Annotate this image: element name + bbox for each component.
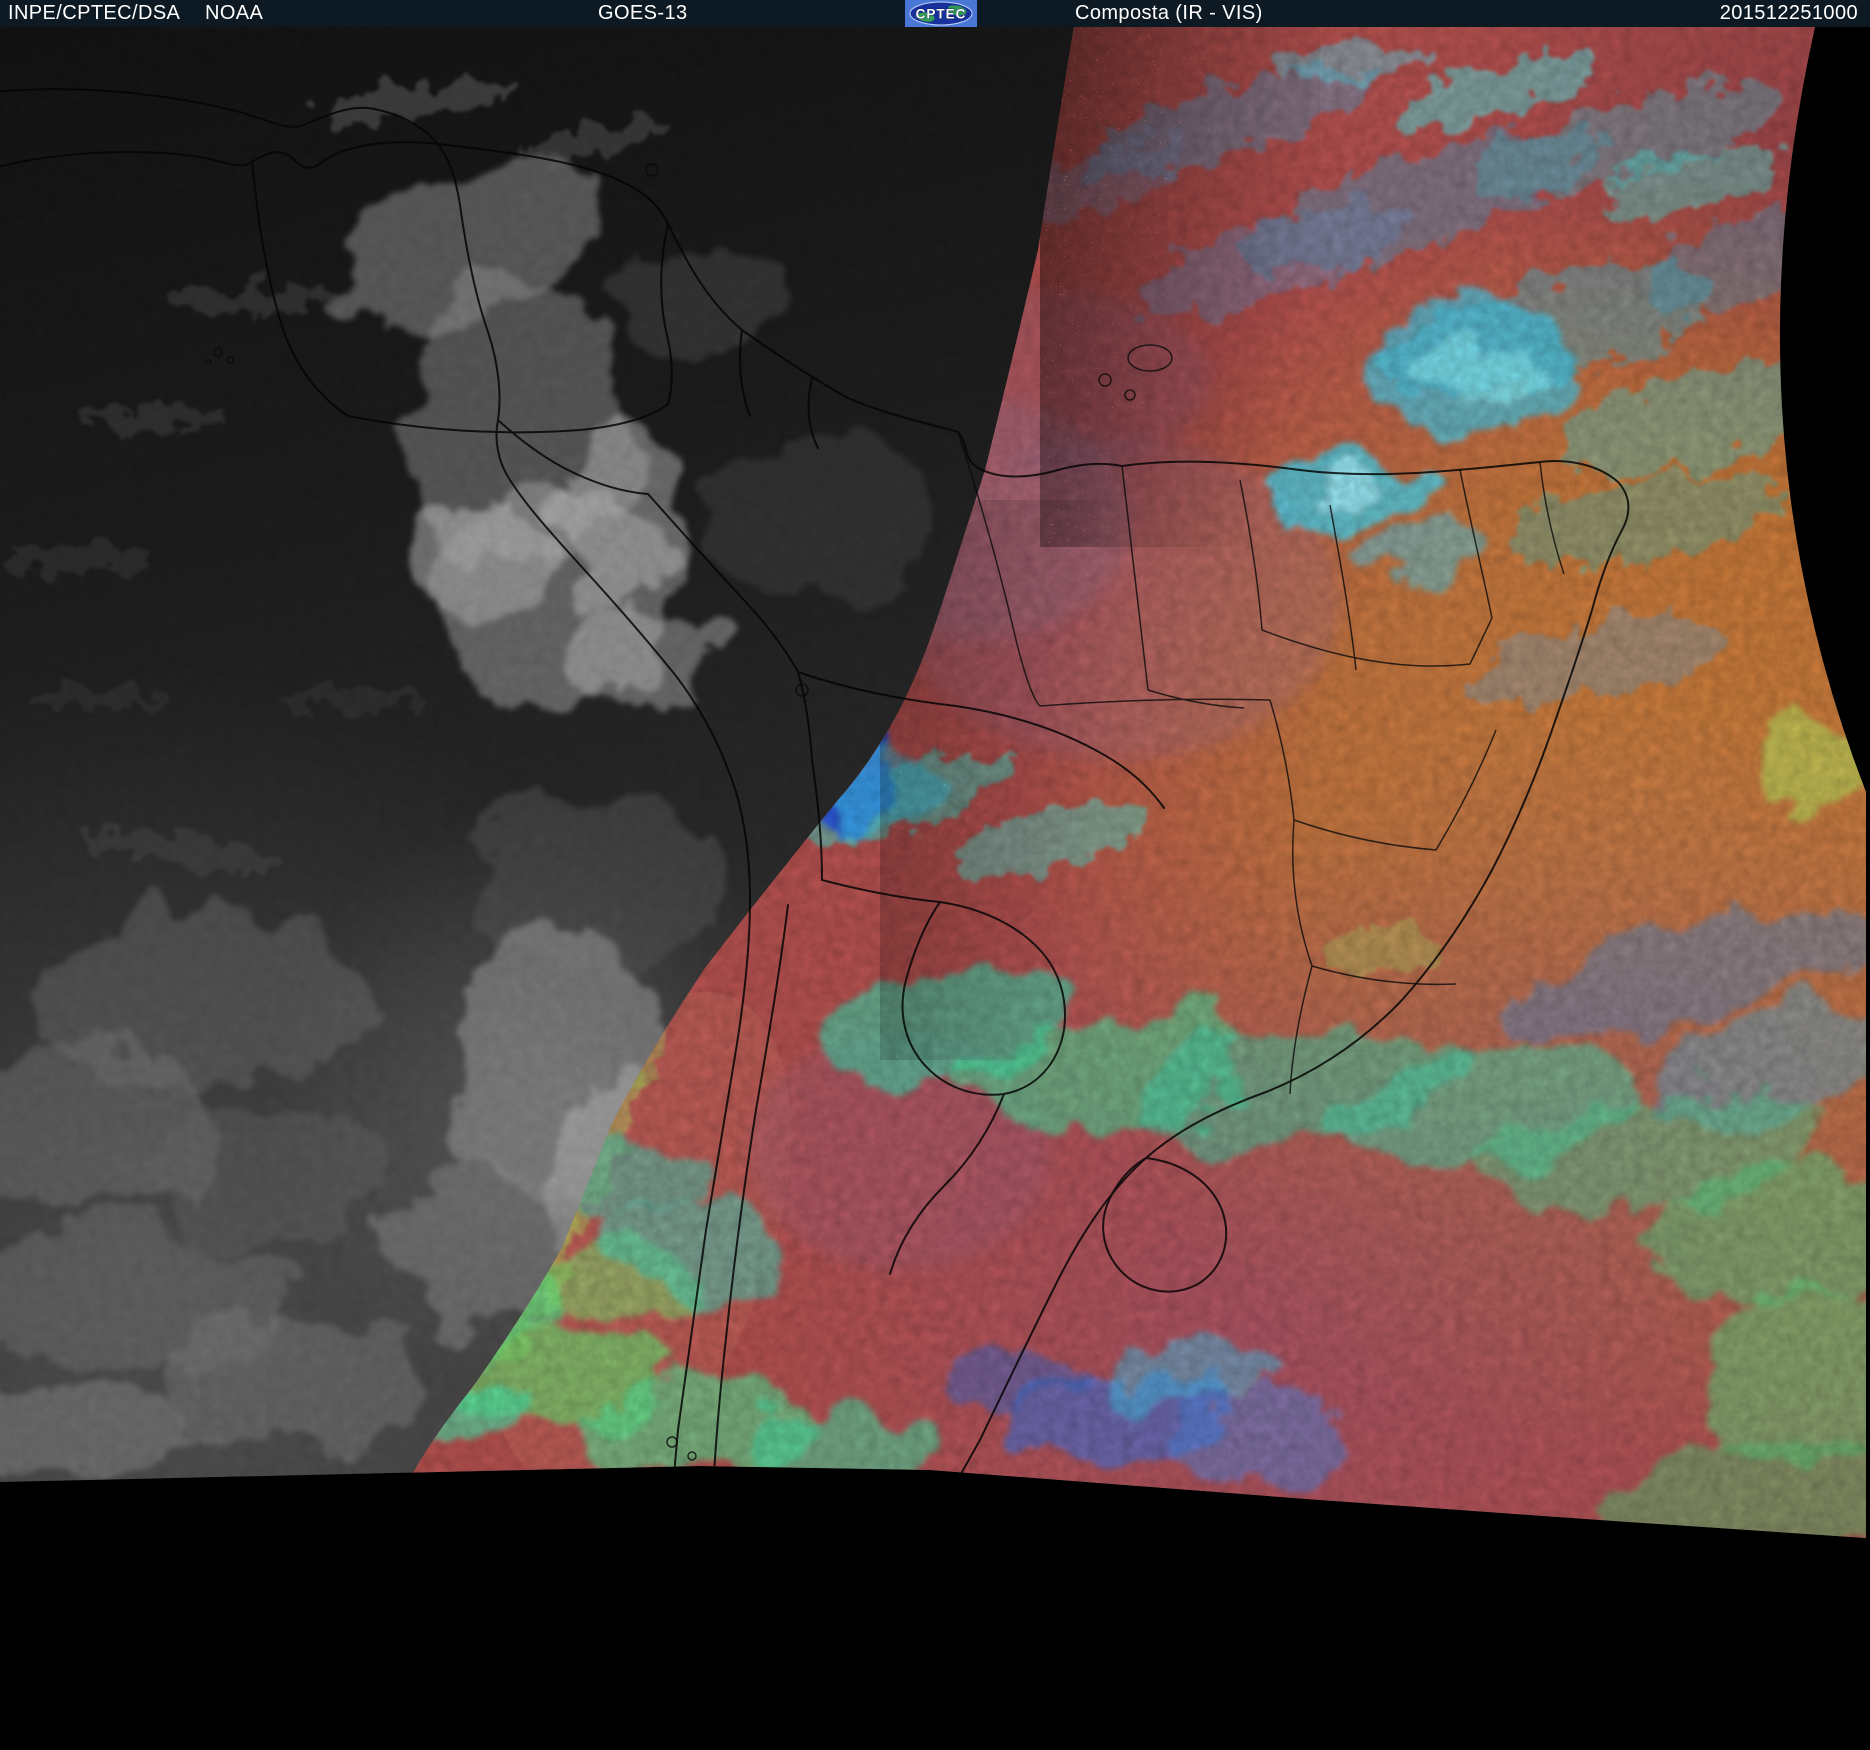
noaa-label: NOAA [205, 2, 264, 24]
timestamp-label: 201512251000 [1719, 2, 1858, 24]
product-label: Composta (IR - VIS) [1075, 2, 1263, 24]
cptec-logo: CPTEC [905, 0, 977, 27]
satellite-product-page: { "header": { "agency": "INPE/CPTEC/DSA"… [0, 0, 1870, 1750]
scan-footprint [0, 27, 1866, 1538]
satellite-image [0, 27, 1866, 1538]
satellite-label: GOES-13 [598, 2, 688, 24]
agency-label: INPE/CPTEC/DSA [8, 2, 181, 24]
cptec-logo-graphic: CPTEC [905, 0, 977, 27]
logo-text: CPTEC [916, 7, 967, 22]
